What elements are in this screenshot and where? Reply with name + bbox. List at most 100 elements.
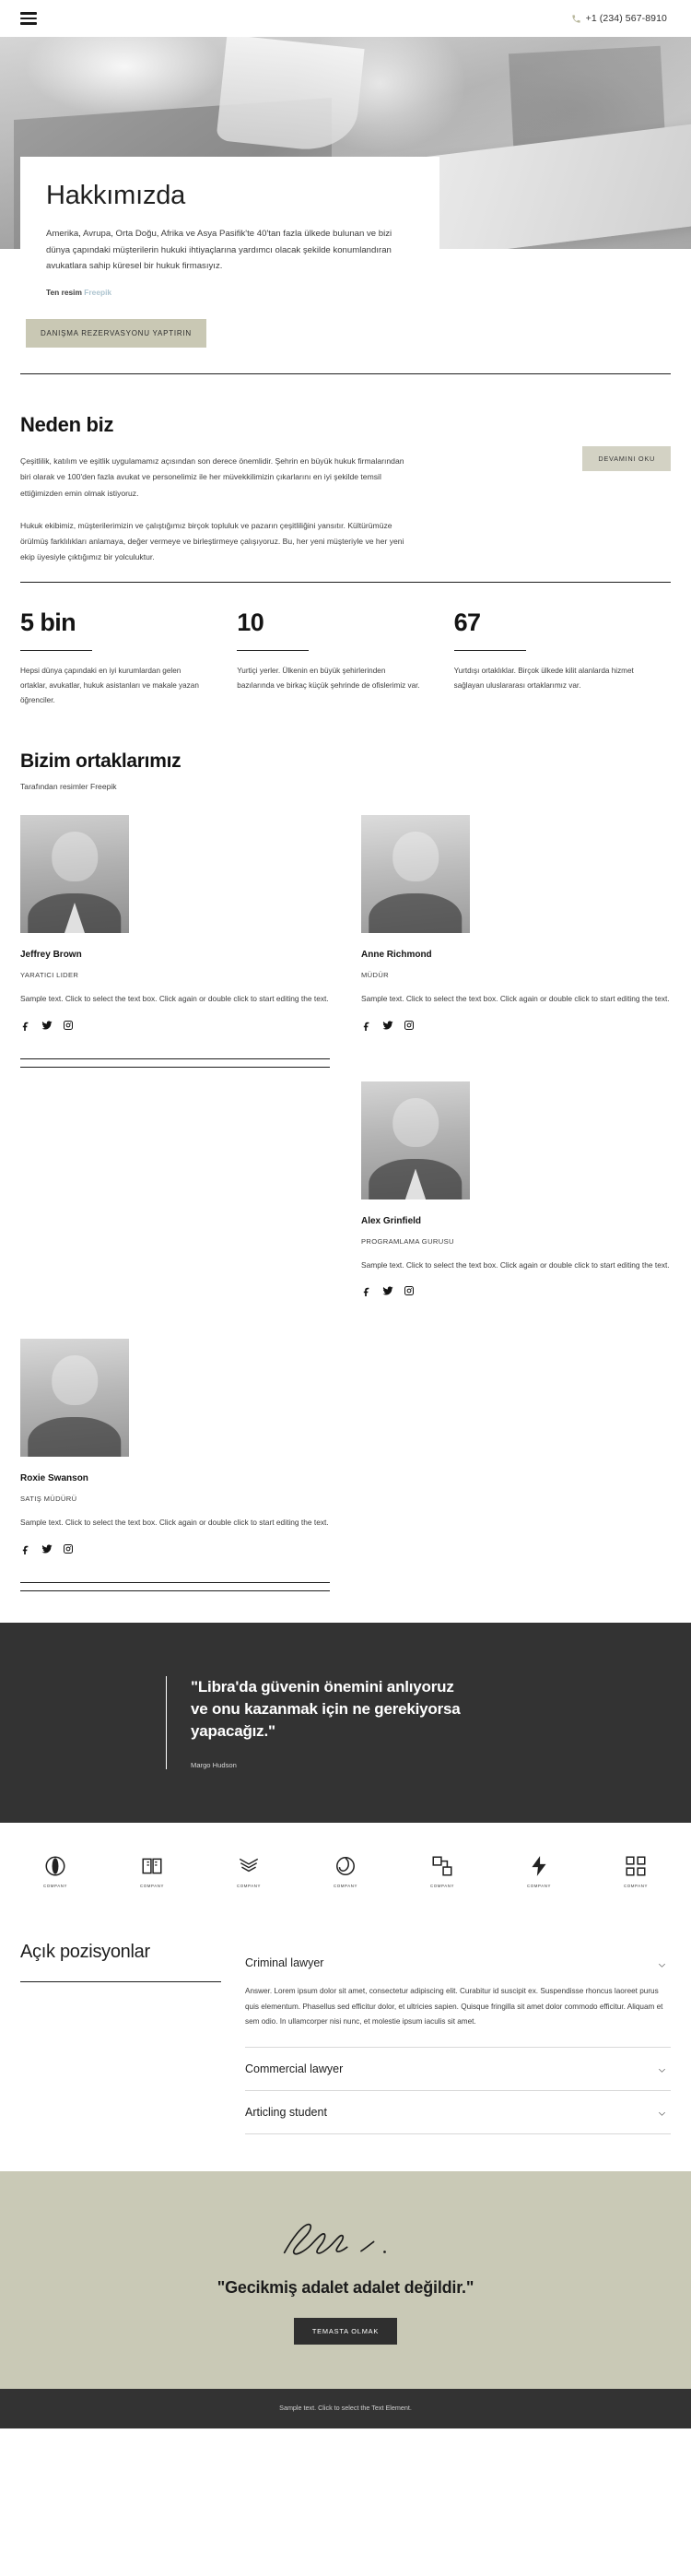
- stat-rule: [20, 650, 92, 652]
- book-consultation-button[interactable]: DANIŞMA REZERVASYONU YAPTIRIN: [26, 319, 206, 349]
- instagram-icon[interactable]: [63, 1543, 74, 1554]
- about-section: Hakkımızda Amerika, Avrupa, Orta Doğu, A…: [0, 157, 691, 375]
- circle-mark-logo: COMPANY: [26, 1854, 85, 1888]
- avatar-head: [52, 832, 98, 881]
- site-header: +1 (234) 567-8910: [0, 0, 691, 37]
- logo-caption: COMPANY: [429, 1884, 455, 1889]
- avatar-torso: [369, 892, 463, 934]
- twitter-icon[interactable]: [382, 1020, 393, 1031]
- chevron-down-icon[interactable]: [657, 1958, 667, 1968]
- hamburger-bar: [20, 17, 37, 20]
- twitter-icon[interactable]: [41, 1543, 53, 1554]
- accordion-title: Commercial lawyer: [245, 2062, 344, 2075]
- stat-number: 67: [453, 609, 481, 637]
- logo-caption: COMPANY: [236, 1884, 262, 1889]
- read-more-button[interactable]: DEVAMINI OKU: [582, 446, 671, 472]
- accordion: Criminal lawyer Answer. Lorem ipsum dolo…: [245, 1942, 671, 2134]
- partners-section: Bizim ortaklarımız Tarafından resimler F…: [0, 708, 691, 1591]
- chevron-stack-logo: COMPANY: [219, 1854, 278, 1888]
- team-member-card: Alex Grinfield PROGRAMLAMA GURUSU Sample…: [361, 1059, 671, 1318]
- vacancies-section: Açık pozisyonlar Criminal lawyer Answer.…: [0, 1920, 691, 2170]
- facebook-icon[interactable]: [361, 1020, 372, 1031]
- why-us-divider: [20, 582, 671, 584]
- facebook-icon[interactable]: [20, 1543, 31, 1554]
- team-row-divider: [20, 1058, 330, 1059]
- team-row-divider: [20, 1581, 330, 1583]
- team-grid: Jeffrey Brown YARATICI LIDER Sample text…: [20, 815, 671, 1591]
- hamburger-bar: [20, 22, 37, 25]
- accordion-title: Criminal lawyer: [245, 1956, 324, 1970]
- member-socials: [20, 1543, 330, 1554]
- contact-button[interactable]: TEMASTA OLMAK: [293, 2317, 398, 2345]
- avatar-head: [392, 1097, 439, 1148]
- chevron-down-icon[interactable]: [657, 2107, 667, 2117]
- phone-link[interactable]: +1 (234) 567-8910: [571, 13, 667, 24]
- swirl-mark-icon: [336, 1857, 355, 1876]
- about-credit-label: Ten resim: [46, 288, 82, 298]
- member-role: MÜDÜR: [361, 971, 390, 980]
- avatar-head: [52, 1355, 98, 1406]
- accordion-header-commercial-lawyer[interactable]: Commercial lawyer: [245, 2048, 671, 2090]
- team-member-card: Roxie Swanson SATIŞ MÜDÜRÜ Sample text. …: [20, 1317, 330, 1575]
- instagram-icon[interactable]: [404, 1285, 415, 1296]
- member-name: Alex Grinfield: [361, 1215, 422, 1226]
- about-credit: Ten resim Freepik: [46, 288, 414, 297]
- accordion-header-articling-student[interactable]: Articling student: [245, 2091, 671, 2133]
- why-us-section: Neden biz DEVAMINI OKU Çeşitlilik, katıl…: [0, 374, 691, 584]
- hamburger-icon[interactable]: [20, 12, 37, 25]
- accordion-title: Articling student: [245, 2105, 327, 2119]
- avatar: [361, 815, 470, 934]
- quote-section: "Libra'da güvenin önemini anlıyoruz ve o…: [0, 1622, 691, 1824]
- logo-caption: COMPANY: [139, 1884, 165, 1889]
- accordion-body: Answer. Lorem ipsum dolor sit amet, cons…: [245, 1987, 663, 2027]
- stat-number: 10: [237, 609, 264, 637]
- about-credit-link[interactable]: Freepik: [84, 288, 111, 297]
- stat-rule: [237, 650, 310, 652]
- bolt-mark-logo: COMPANY: [509, 1854, 568, 1888]
- stats-section: 5 bin Hepsi dünya çapındaki en iyi kurum…: [0, 583, 691, 708]
- member-socials: [361, 1285, 671, 1297]
- member-bio: Sample text. Click to select the text bo…: [20, 994, 329, 1004]
- accordion-header-criminal-lawyer[interactable]: Criminal lawyer: [245, 1942, 671, 1984]
- avatar-head: [392, 832, 439, 881]
- page-title: Hakkımızda: [46, 181, 186, 210]
- hamburger-bar: [20, 12, 37, 15]
- site-footer: Sample text. Click to select the Text El…: [0, 2388, 691, 2428]
- avatar: [20, 815, 129, 934]
- partners-title: Bizim ortaklarımız: [20, 750, 182, 773]
- bolt-mark-icon: [532, 1856, 546, 1877]
- stat-description: Yurtiçi yerler. Ülkenin en büyük şehirle…: [237, 667, 420, 691]
- squares-mark-logo: COMPANY: [413, 1854, 472, 1888]
- squares-mark-icon: [432, 1856, 452, 1876]
- avatar: [361, 1081, 470, 1199]
- logo-caption: COMPANY: [333, 1884, 358, 1889]
- grid-mark-icon: [626, 1856, 646, 1876]
- member-role: SATIŞ MÜDÜRÜ: [20, 1495, 77, 1504]
- stat-description: Yurtdışı ortaklıklar. Birçok ülkede kili…: [453, 667, 634, 691]
- stat-number: 5 bin: [20, 609, 76, 637]
- why-us-paragraph-2: Hukuk ekibimiz, müşterilerimizin ve çalı…: [20, 520, 404, 562]
- page-root: +1 (234) 567-8910 Hakkımızda Amerika, Av…: [0, 0, 691, 2428]
- about-actions: DANIŞMA REZERVASYONU YAPTIRIN: [0, 302, 691, 349]
- instagram-icon[interactable]: [63, 1020, 74, 1031]
- member-bio: Sample text. Click to select the text bo…: [361, 994, 670, 1004]
- logo-caption: COMPANY: [42, 1884, 68, 1889]
- twitter-icon[interactable]: [41, 1020, 53, 1031]
- chevron-down-icon[interactable]: [657, 2063, 667, 2074]
- vacancies-heading-block: Açık pozisyonlar: [20, 1942, 221, 2133]
- facebook-icon[interactable]: [361, 1285, 372, 1297]
- about-body: Amerika, Avrupa, Orta Doğu, Afrika ve As…: [46, 229, 392, 272]
- logo-caption: COMPANY: [526, 1884, 552, 1889]
- member-socials: [20, 1020, 330, 1031]
- chevron-stack-icon: [239, 1859, 259, 1873]
- facebook-icon[interactable]: [20, 1020, 31, 1031]
- instagram-icon[interactable]: [404, 1020, 415, 1031]
- why-us-paragraph-1: Çeşitlilik, katılım ve eşitlik uygulamam…: [20, 456, 404, 498]
- member-socials: [361, 1020, 671, 1031]
- vacancies-divider: [20, 1981, 221, 1983]
- why-us-title: Neden biz: [20, 413, 114, 437]
- twitter-icon[interactable]: [382, 1285, 393, 1296]
- hero-sleeve-shape: [216, 37, 365, 155]
- grid-mark-logo: COMPANY: [606, 1854, 665, 1888]
- partners-subtitle: Tarafından resimler Freepik: [20, 782, 117, 792]
